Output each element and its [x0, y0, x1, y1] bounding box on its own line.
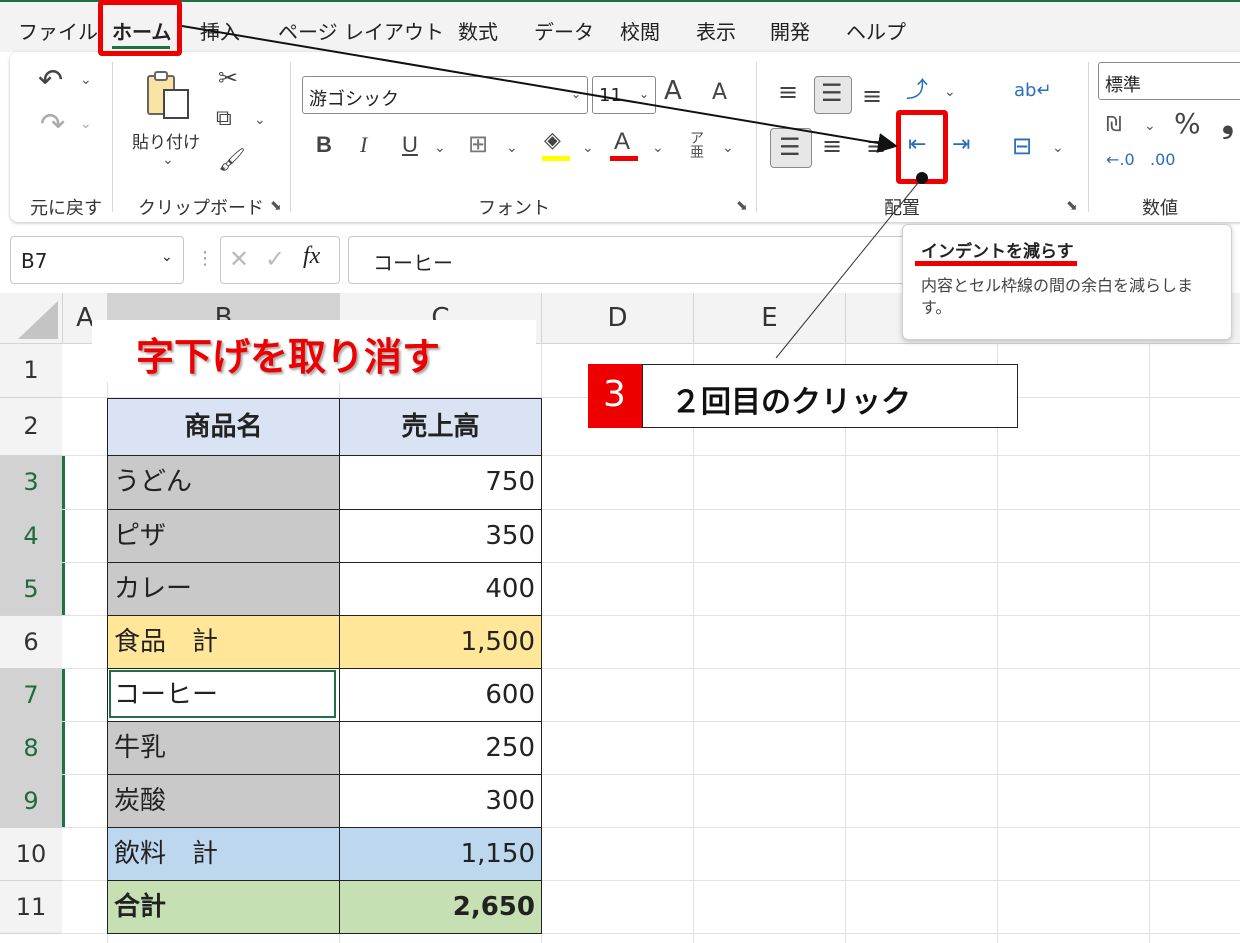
- arrow-home-to-indent: [181, 25, 898, 153]
- connector-dot: [916, 172, 928, 184]
- annotation-arrows: [181, 25, 928, 359]
- callout-connector: [775, 177, 923, 359]
